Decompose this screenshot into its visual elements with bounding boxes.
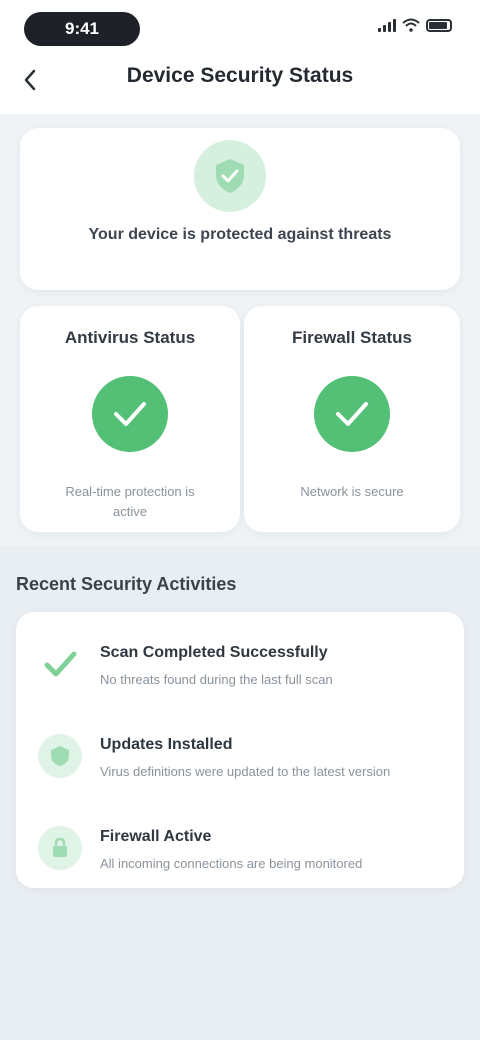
shield-icon — [38, 734, 82, 778]
check-icon — [38, 642, 82, 686]
activity-list: Scan Completed Successfully No threats f… — [16, 612, 464, 888]
card-caption: Network is secure — [300, 484, 404, 499]
header: Device Security Status — [0, 46, 480, 114]
overview-text: Your device is protected against threats — [88, 226, 392, 243]
antivirus-status-card[interactable]: Antivirus Status Real-time protection is… — [20, 306, 240, 532]
card-caption: Real-time protection is active — [65, 484, 195, 519]
activity-desc: No threats found during the last full sc… — [100, 672, 333, 687]
battery-icon — [426, 18, 452, 32]
firewall-status-card[interactable]: Firewall Status Network is secure — [244, 306, 460, 532]
check-circle-icon — [92, 376, 168, 452]
activity-title: Updates Installed — [100, 736, 233, 753]
activity-desc: Virus definitions were updated to the la… — [100, 764, 391, 779]
shield-icon — [194, 140, 266, 212]
status-time: 9:41 — [24, 12, 140, 46]
activity-title: Firewall Active — [100, 828, 212, 845]
signal-icon — [378, 18, 396, 32]
card-heading: Antivirus Status — [64, 328, 196, 347]
list-item[interactable]: Scan Completed Successfully No threats f… — [16, 626, 464, 716]
section-title: Recent Security Activities — [16, 574, 237, 594]
bottom-area — [0, 900, 480, 1040]
card-heading: Firewall Status — [292, 328, 412, 347]
list-item[interactable]: Firewall Active All incoming connections… — [16, 810, 464, 900]
page-title: Device Security Status — [126, 64, 354, 87]
activity-title: Scan Completed Successfully — [100, 644, 328, 661]
list-item[interactable]: Updates Installed Virus definitions were… — [16, 718, 464, 808]
wifi-icon — [402, 18, 420, 32]
status-icons — [378, 18, 452, 32]
check-circle-icon — [314, 376, 390, 452]
activity-desc: All incoming connections are being monit… — [100, 856, 363, 871]
lock-icon — [38, 826, 82, 870]
